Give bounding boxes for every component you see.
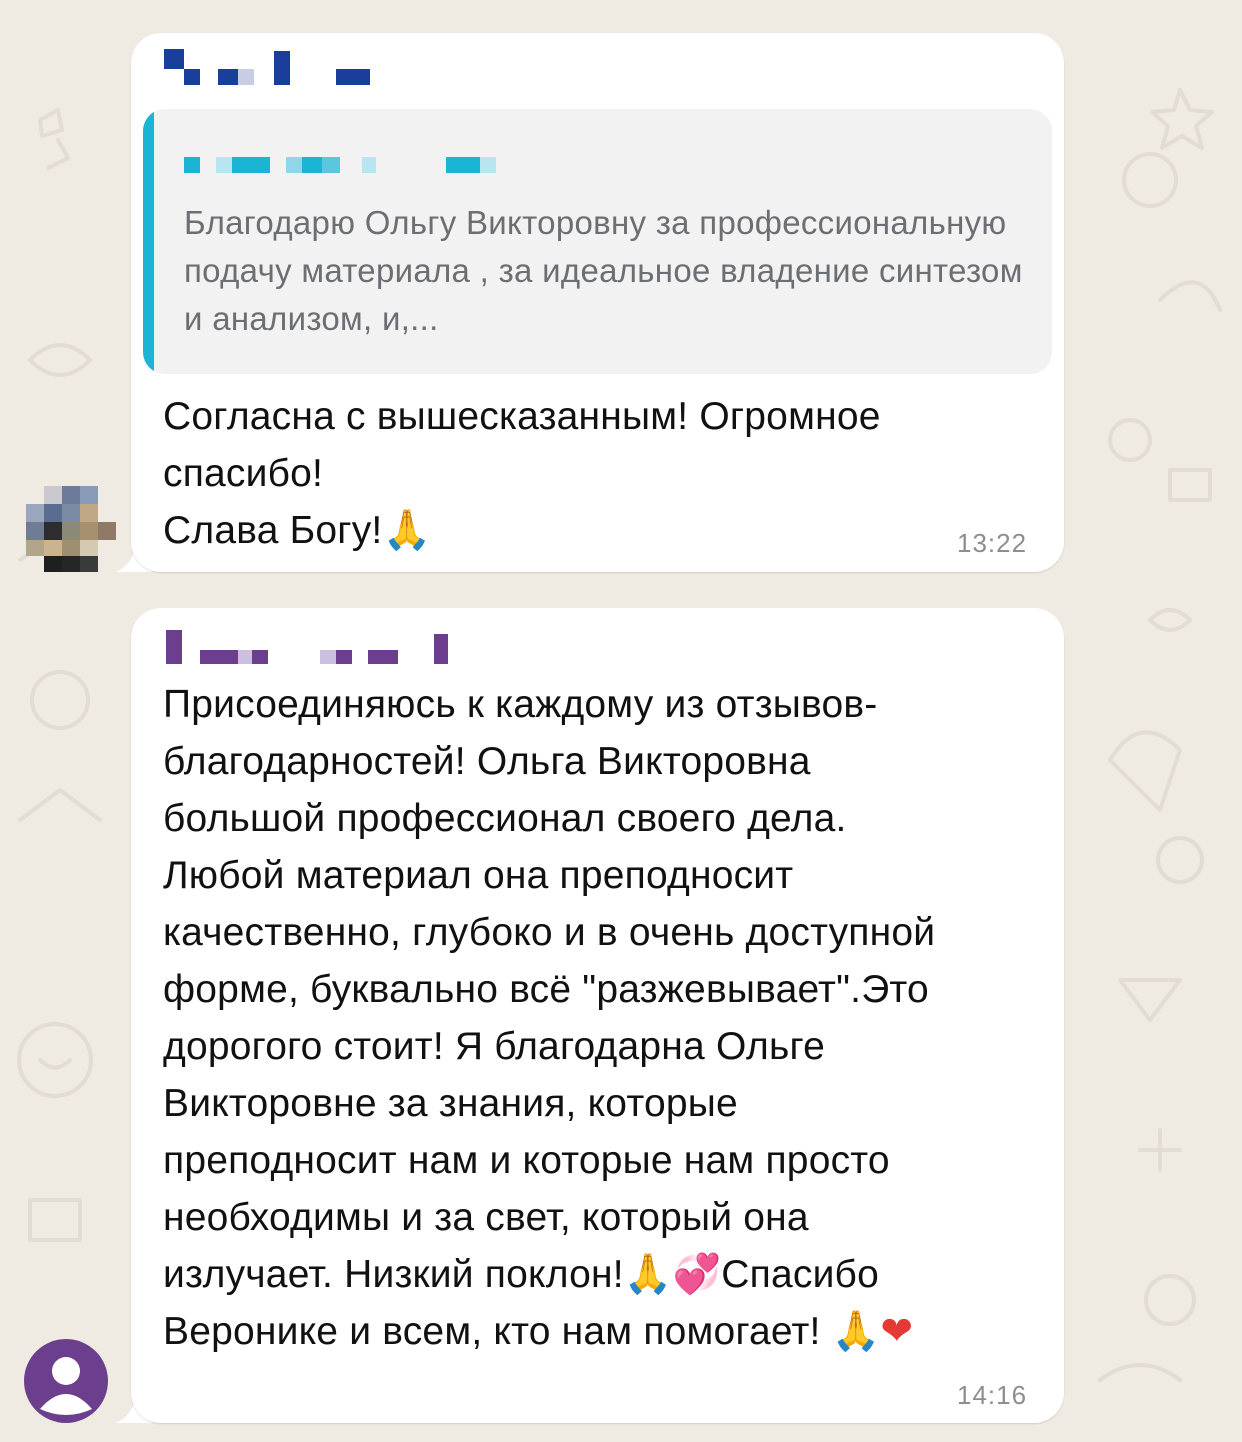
message-bubble[interactable]: Присоединяюсь к каждому из отзывов- благ… — [131, 608, 1064, 1423]
sender-avatar-obscured[interactable] — [26, 482, 118, 574]
sender-name-obscured[interactable] — [164, 49, 370, 85]
folded-hands-emoji: 🙏 — [623, 1252, 673, 1297]
message-line: Викторовне за знания, которые — [163, 1082, 738, 1125]
sender-name-obscured[interactable] — [166, 630, 448, 664]
reply-accent-bar — [143, 109, 154, 374]
message-line: благодарностей! Ольга Викторовна — [163, 740, 811, 783]
default-user-avatar-icon — [40, 1357, 92, 1415]
reply-quote-text: Благодарю Ольгу Викторовну за профессион… — [184, 204, 1023, 337]
message-time: 14:16 — [957, 1380, 1028, 1410]
message-line: форме, буквально всё "разжевывает".Это — [163, 968, 929, 1011]
message-line: излучает. Низкий поклон! — [163, 1253, 624, 1296]
message-line: необходимы и за свет, который она — [163, 1196, 809, 1239]
message-time: 13:22 — [957, 528, 1028, 558]
message-line: большой профессионал своего дела. — [163, 797, 847, 840]
message-line: дорогого стоит! Я благодарна Ольге — [163, 1025, 825, 1068]
message-line: Спасибо — [721, 1253, 879, 1296]
message-line: Любой материал она преподносит — [163, 854, 794, 897]
reply-author-obscured — [184, 157, 496, 173]
message-line: преподносит нам и которые нам просто — [163, 1139, 890, 1182]
message-line: Веронике и всем, кто нам помогает! — [163, 1310, 821, 1353]
message-line: Присоединяюсь к каждому из отзывов- — [163, 683, 878, 726]
folded-hands-emoji: 🙏 — [831, 1309, 881, 1354]
red-heart-emoji: ❤ — [880, 1309, 914, 1354]
two-hearts-emoji: 💞 — [672, 1252, 722, 1297]
sender-avatar[interactable] — [24, 1339, 108, 1423]
reply-quote[interactable]: Благодарю Ольгу Викторовну за профессион… — [143, 109, 1052, 374]
folded-hands-emoji: 🙏 — [382, 508, 432, 553]
message-bubble[interactable]: Благодарю Ольгу Викторовну за профессион… — [131, 33, 1064, 572]
message-line: Согласна с вышесказанным! Огромное — [163, 395, 881, 438]
message-line: спасибо! — [163, 452, 324, 495]
message-text: Согласна с вышесказанным! Огромное спаси… — [163, 388, 1043, 559]
message-text: Присоединяюсь к каждому из отзывов- благ… — [163, 676, 1053, 1360]
message-line: Слава Богу! — [163, 509, 383, 552]
message-line: качественно, глубоко и в очень доступной — [163, 911, 936, 954]
